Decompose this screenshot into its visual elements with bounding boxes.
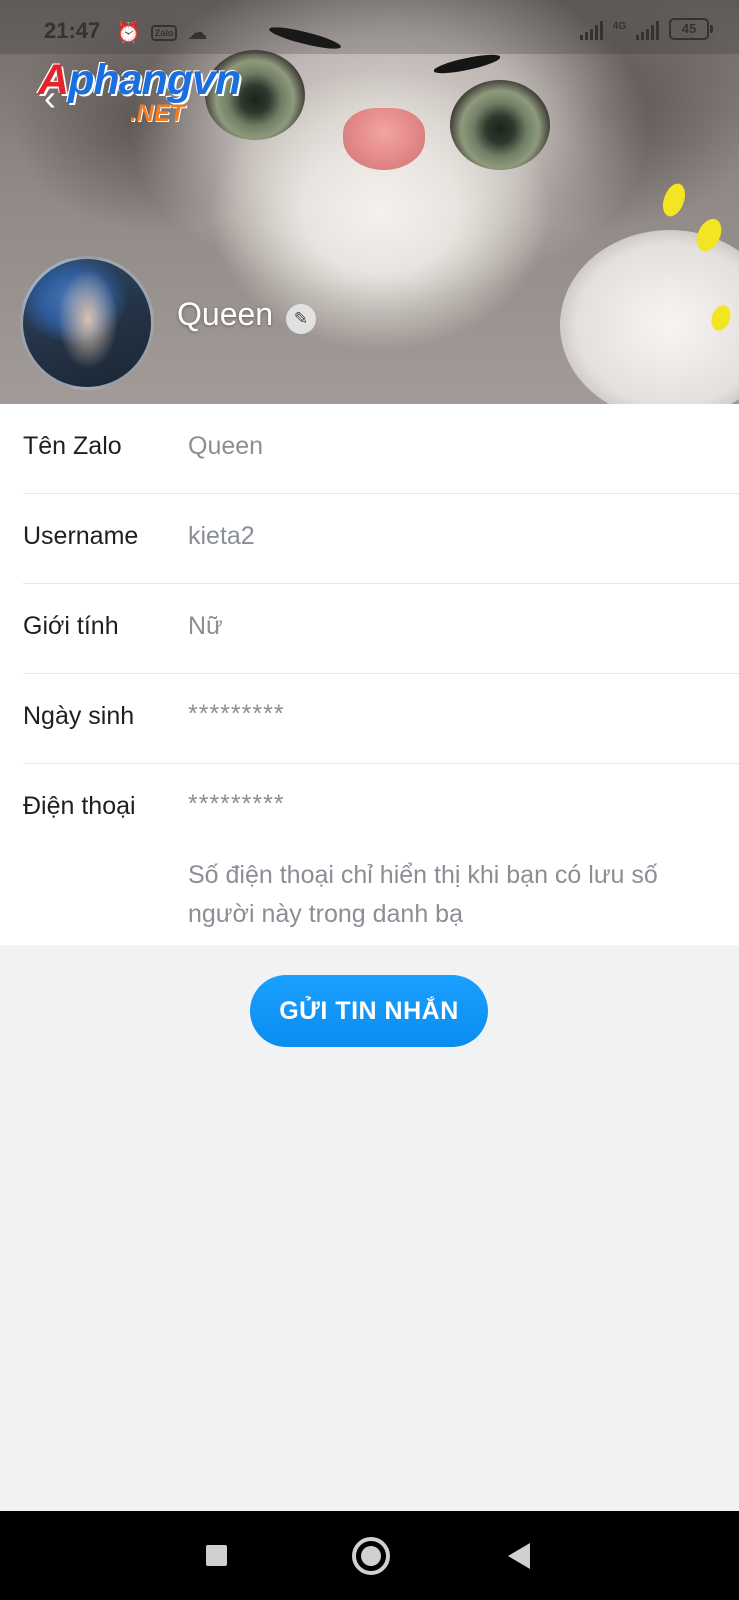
send-message-button[interactable]: GỬI TIN NHẮN [250, 975, 488, 1047]
info-label: Giới tính [23, 612, 119, 640]
profile-name: Queen [177, 296, 274, 332]
info-row-phone: Điện thoại ********* [0, 764, 739, 854]
system-navigation-bar [0, 1511, 739, 1600]
signal-icon [579, 20, 603, 40]
phone-visibility-note: Số điện thoại chỉ hiển thị khi bạn có lư… [188, 861, 658, 928]
status-time: 21:47 [44, 18, 101, 43]
avatar[interactable] [20, 256, 154, 390]
info-label: Điện thoại [23, 792, 136, 820]
info-label: Tên Zalo [23, 432, 122, 460]
battery-icon: 45 [669, 18, 713, 40]
status-bar: 21:47 ⏰ Zalo ☁ 4G 45 [0, 0, 739, 54]
info-label: Username [23, 522, 139, 550]
profile-info-panel: Tên Zalo Queen Username kieta2 Giới tính… [0, 404, 739, 945]
zalo-notification-icon: Zalo [150, 24, 178, 41]
info-value: ********* [188, 790, 285, 818]
network-type: 4G [612, 21, 626, 32]
cover-cat-eye-right [450, 80, 550, 170]
cloud-icon: ☁ [187, 22, 208, 44]
info-row-gender: Giới tính Nữ [0, 584, 739, 674]
info-value: Nữ [188, 612, 223, 640]
recent-apps-icon[interactable] [206, 1545, 227, 1566]
info-value: ********* [188, 700, 285, 728]
home-icon[interactable] [352, 1537, 390, 1575]
info-row-birthday: Ngày sinh ********* [0, 674, 739, 764]
cover-cat-nose [343, 108, 425, 170]
status-right-icons: 4G 45 [579, 18, 713, 40]
info-label: Ngày sinh [23, 702, 135, 730]
back-triangle-icon[interactable] [508, 1543, 530, 1569]
edit-name-button[interactable]: ✎ [286, 304, 316, 334]
cover-yellow-spot [658, 180, 690, 220]
info-value: kieta2 [188, 522, 255, 550]
cover-drawn-brow-right [432, 51, 502, 77]
watermark-logo: Aphangvn .NET [38, 56, 241, 127]
pencil-icon: ✎ [293, 309, 309, 328]
info-row-username: Username kieta2 [0, 494, 739, 584]
status-left-icons: ⏰ Zalo ☁ [116, 20, 207, 45]
info-value: Queen [188, 432, 264, 460]
signal-icon [636, 20, 659, 40]
info-row-zalo-name: Tên Zalo Queen [0, 404, 739, 494]
alarm-icon: ⏰ [116, 22, 141, 44]
